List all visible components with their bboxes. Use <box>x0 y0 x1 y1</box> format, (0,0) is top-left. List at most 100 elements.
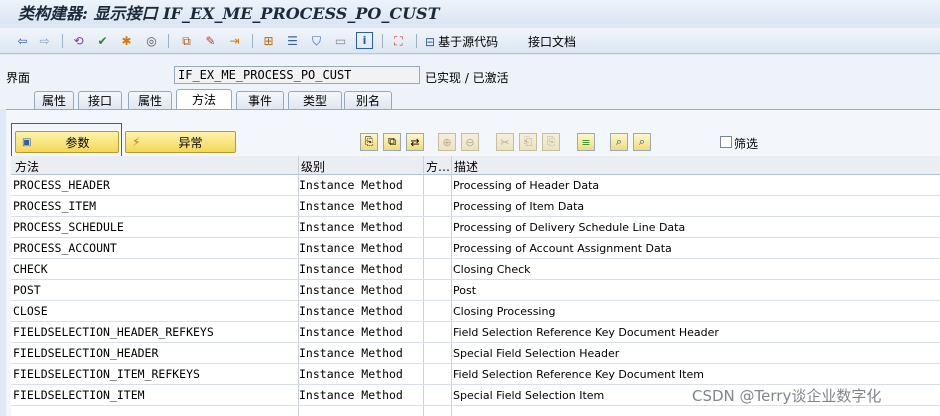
table-row[interactable]: PROCESS_ITEM Instance Method Processing … <box>11 196 940 217</box>
tab-events[interactable]: 事件 <box>236 91 284 109</box>
header-visibility[interactable]: 方… <box>426 158 452 175</box>
method-description[interactable]: Processing of Delivery Schedule Line Dat… <box>453 221 685 234</box>
method-name[interactable]: CHECK <box>13 262 48 276</box>
export-icon[interactable]: ⇥ <box>226 32 243 49</box>
method-description[interactable]: Closing Check <box>453 263 531 276</box>
method-name[interactable]: PROCESS_HEADER <box>13 178 110 192</box>
interface-docs-button[interactable]: 接口文档 <box>528 33 576 50</box>
header-level[interactable]: 级别 <box>301 158 325 175</box>
header-description[interactable]: 描述 <box>454 158 478 175</box>
table-row[interactable]: PROCESS_HEADER Instance Method Processin… <box>11 175 940 196</box>
exceptions-icon: ⚡ <box>132 135 141 149</box>
find-next-icon[interactable]: ⌕ <box>633 133 651 151</box>
toolbar-separator <box>62 34 63 48</box>
window-title: 类构建器: 显示接口 IF_EX_ME_PROCESS_PO_CUST <box>18 4 440 23</box>
pencil-icon[interactable]: ✎ <box>202 32 219 49</box>
activate-icon[interactable]: ✱ <box>118 32 135 49</box>
method-level[interactable]: Instance Method <box>299 241 403 255</box>
hierarchy-icon[interactable]: ⊞ <box>260 32 277 49</box>
table-row[interactable]: CHECK Instance Method Closing Check <box>11 259 940 280</box>
source-code-label: 基于源代码 <box>438 35 499 49</box>
method-description[interactable]: Special Field Selection Item <box>453 389 604 402</box>
tab-attributes[interactable]: 属性 <box>128 91 172 109</box>
exceptions-button[interactable]: ⚡ 异常 <box>125 131 236 153</box>
table-row[interactable]: PROCESS_ACCOUNT Instance Method Processi… <box>11 238 940 259</box>
info-icon[interactable]: i <box>356 32 373 49</box>
exceptions-label: 异常 <box>178 135 203 150</box>
back-arrow-icon[interactable]: ⇦ <box>14 32 31 49</box>
method-name[interactable]: PROCESS_SCHEDULE <box>13 220 124 234</box>
paste-icon[interactable]: ⎘ <box>542 133 560 151</box>
tab-types[interactable]: 类型 <box>288 91 342 109</box>
method-level[interactable]: Instance Method <box>299 220 403 234</box>
method-description[interactable]: Processing of Account Assignment Data <box>453 242 672 255</box>
append-row-icon[interactable]: ⊕ <box>438 133 456 151</box>
method-description[interactable]: Closing Processing <box>453 305 555 318</box>
check-icon[interactable]: ✔ <box>94 32 111 49</box>
enhance-icon[interactable]: ⛶ <box>390 32 407 49</box>
method-name[interactable]: POST <box>13 283 41 297</box>
toolbar-separator <box>252 34 253 48</box>
filter-icon[interactable]: ⛉ <box>308 32 325 49</box>
method-description[interactable]: Special Field Selection Header <box>453 347 619 360</box>
interface-name-field[interactable]: IF_EX_ME_PROCESS_PO_CUST <box>174 66 420 84</box>
source-code-icon: ⊟ <box>425 34 436 49</box>
method-name[interactable]: PROCESS_ACCOUNT <box>13 241 117 255</box>
table-row[interactable]: FIELDSELECTION_HEADER_REFKEYS Instance M… <box>11 322 940 343</box>
method-description[interactable]: Processing of Item Data <box>453 200 584 213</box>
method-description[interactable]: Processing of Header Data <box>453 179 599 192</box>
table-row[interactable]: PROCESS_SCHEDULE Instance Method Process… <box>11 217 940 238</box>
method-level[interactable]: Instance Method <box>299 325 403 339</box>
filter-label: 筛选 <box>734 137 759 151</box>
toolbar-separator <box>168 34 169 48</box>
method-name[interactable]: FIELDSELECTION_HEADER <box>13 346 158 360</box>
method-level[interactable]: Instance Method <box>299 199 403 213</box>
copy-row-icon[interactable]: ⧉ <box>383 133 401 151</box>
method-name[interactable]: PROCESS_ITEM <box>13 199 96 213</box>
highlight-box <box>11 123 122 160</box>
insert-row-icon[interactable]: ⇄ <box>406 133 424 151</box>
forward-arrow-icon[interactable]: ⇨ <box>36 32 53 49</box>
interface-label: 界面 <box>6 71 31 85</box>
toolbar-separator <box>416 34 417 48</box>
tab-strip: 属性 接口 属性 方法 事件 类型 别名 <box>0 89 940 109</box>
method-level[interactable]: Instance Method <box>299 178 403 192</box>
method-name[interactable]: FIELDSELECTION_ITEM <box>13 388 145 402</box>
window-icon[interactable]: ▭ <box>332 32 349 49</box>
test-icon[interactable]: ◎ <box>143 32 160 49</box>
method-name[interactable]: CLOSE <box>13 304 48 318</box>
interface-status: 已实现 / 已激活 <box>425 71 509 85</box>
table-row[interactable]: POST Instance Method Post <box>11 280 940 301</box>
tab-methods[interactable]: 方法 <box>176 89 232 109</box>
table-row[interactable]: FIELDSELECTION_ITEM_REFKEYS Instance Met… <box>11 364 940 385</box>
method-description[interactable]: Field Selection Reference Key Document H… <box>453 326 719 339</box>
toggle-icon[interactable]: ⟲ <box>70 32 87 49</box>
delete-row-icon[interactable]: ⊖ <box>461 133 479 151</box>
filter-checkbox[interactable] <box>720 136 732 148</box>
source-code-button[interactable]: ⊟ 基于源代码 <box>425 33 498 50</box>
detail-view-icon[interactable]: ⎘ <box>360 133 378 151</box>
where-used-icon[interactable]: ⧉ <box>178 32 195 49</box>
method-level[interactable]: Instance Method <box>299 367 403 381</box>
method-level[interactable]: Instance Method <box>299 262 403 276</box>
table-row[interactable]: CLOSE Instance Method Closing Processing <box>11 301 940 322</box>
header-method[interactable]: 方法 <box>15 158 39 175</box>
copy-icon[interactable]: ⎗ <box>519 133 537 151</box>
method-level[interactable]: Instance Method <box>299 304 403 318</box>
method-description[interactable]: Field Selection Reference Key Document I… <box>453 368 704 381</box>
find-icon[interactable]: ⌕ <box>610 133 628 151</box>
table-row[interactable]: FIELDSELECTION_HEADER Instance Method Sp… <box>11 343 940 364</box>
list-icon[interactable]: ☰ <box>284 32 301 49</box>
method-name[interactable]: FIELDSELECTION_ITEM_REFKEYS <box>13 367 200 381</box>
sort-icon[interactable]: ≡ <box>577 133 595 151</box>
tab-properties[interactable]: 属性 <box>34 91 74 109</box>
method-level[interactable]: Instance Method <box>299 283 403 297</box>
method-description[interactable]: Post <box>453 284 476 297</box>
table-header: 方法 级别 方… 描述 <box>11 156 940 175</box>
tab-interfaces[interactable]: 接口 <box>78 91 122 109</box>
method-name[interactable]: FIELDSELECTION_HEADER_REFKEYS <box>13 325 214 339</box>
method-level[interactable]: Instance Method <box>299 388 403 402</box>
tab-aliases[interactable]: 别名 <box>344 91 392 109</box>
method-level[interactable]: Instance Method <box>299 346 403 360</box>
cut-icon[interactable]: ✂ <box>496 133 514 151</box>
